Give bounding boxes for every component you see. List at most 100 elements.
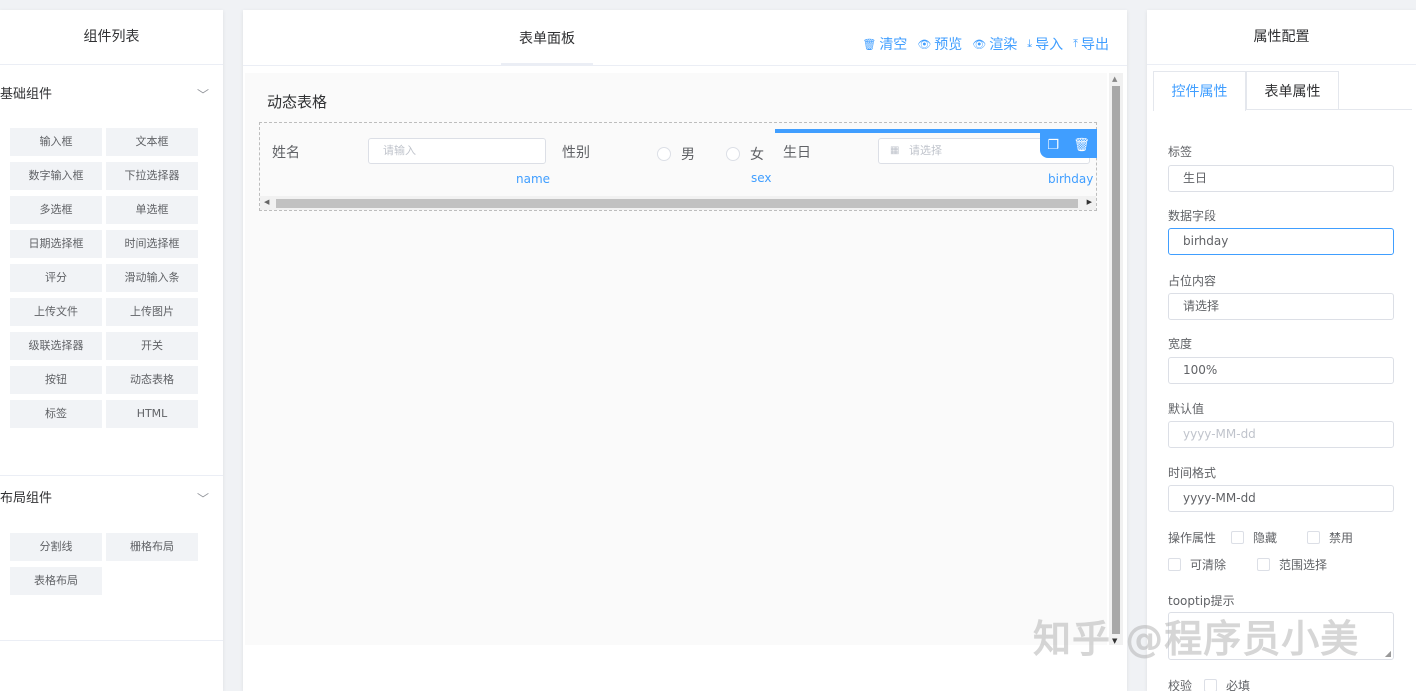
basic-components-grid: 输入框 文本框 数字输入框 下拉选择器 多选框 单选框 日期选择框 时间选择框 评分 滑动输入条上… [10, 128, 200, 428]
radio-circle[interactable] [726, 147, 740, 161]
eye-icon: 👁 [972, 37, 987, 51]
hidden-checkbox-label: 隐藏 [1253, 531, 1278, 545]
hidden-checkbox[interactable]: 隐藏 [1231, 529, 1277, 546]
checkbox-box[interactable] [1257, 558, 1270, 571]
component-item[interactable]: 滑动输入条 [106, 264, 198, 292]
property-panel-title: 属性配置 [1147, 10, 1416, 65]
calendar-icon: ▦ [890, 145, 900, 156]
chevron-down-icon: ﹀ [196, 88, 209, 102]
default-value-label: 默认值 [1168, 402, 1205, 416]
required-checkbox-label: 必填 [1226, 679, 1251, 691]
name-input[interactable]: 请输入 [368, 138, 546, 164]
placeholder-label: 占位内容 [1168, 274, 1217, 288]
field-name-name: name [516, 172, 551, 186]
component-item[interactable]: 多选框 [10, 196, 102, 224]
required-checkbox[interactable]: 必填 [1204, 677, 1250, 691]
placeholder-input[interactable]: 请选择 [1168, 293, 1394, 320]
checkbox-box[interactable] [1204, 679, 1217, 691]
component-item[interactable]: 分割线 [10, 533, 102, 561]
vertical-scrollbar[interactable]: ▲ ▼ [1109, 73, 1123, 645]
radio-male-label: 男 [681, 147, 695, 163]
watermark: 知乎 @程序员小美 [1033, 617, 1360, 661]
clearable-checkbox[interactable]: 可清除 [1168, 556, 1226, 573]
checkbox-box[interactable] [1307, 531, 1320, 544]
component-item[interactable]: 输入框 [10, 128, 102, 156]
horizontal-scrollbar[interactable]: ◀ ▶ [260, 196, 1096, 210]
scrollbar-thumb[interactable] [1112, 86, 1120, 634]
birthday-placeholder: 请选择 [909, 144, 942, 157]
component-item[interactable]: 数字输入框 [10, 162, 102, 190]
layout-components-label: 布局组件 [0, 491, 53, 506]
component-item[interactable]: 标签 [10, 400, 102, 428]
component-item[interactable]: 栅格布局 [106, 533, 198, 561]
component-item[interactable]: 日期选择框 [10, 230, 102, 258]
component-item[interactable]: HTML [106, 400, 198, 428]
render-button[interactable]: 👁 渲染 [972, 34, 1017, 54]
checkbox-box[interactable] [1231, 531, 1244, 544]
clearable-checkbox-label: 可清除 [1190, 558, 1227, 572]
component-item[interactable]: 按钮 [10, 366, 102, 394]
tooltip-label: tooptip提示 [1168, 594, 1235, 608]
component-item[interactable]: 上传图片 [106, 298, 198, 326]
data-field-input[interactable]: birhday [1168, 228, 1394, 255]
scroll-left-icon[interactable]: ◀ [264, 198, 269, 206]
radio-male[interactable]: 男 [657, 144, 695, 164]
form-panel-header-divider [243, 65, 1127, 66]
checkbox-box[interactable] [1168, 558, 1181, 571]
label-input[interactable]: 生日 [1168, 165, 1394, 192]
preview-button[interactable]: 👁 预览 [917, 34, 962, 54]
column-label-name: 姓名 [272, 145, 300, 161]
time-format-input[interactable]: yyyy-MM-dd [1168, 485, 1394, 512]
validate-label: 校验 [1168, 679, 1193, 691]
radio-circle[interactable] [657, 147, 671, 161]
action-label: 导出 [1081, 37, 1109, 53]
scroll-up-icon[interactable]: ▲ [1112, 75, 1117, 83]
chevron-down-icon: ﹀ [196, 492, 209, 506]
scrollbar-thumb[interactable] [276, 199, 1078, 208]
component-item[interactable]: 下拉选择器 [106, 162, 198, 190]
component-item[interactable]: 文本框 [106, 128, 198, 156]
download-icon: ⤓ [1027, 37, 1033, 50]
component-item[interactable]: 表格布局 [10, 567, 102, 595]
field-name-birthday: birhday [1048, 172, 1094, 186]
component-item[interactable]: 动态表格 [106, 366, 198, 394]
disabled-checkbox-label: 禁用 [1329, 531, 1354, 545]
default-value-input[interactable]: yyyy-MM-dd [1168, 421, 1394, 448]
range-checkbox-label: 范围选择 [1279, 558, 1328, 572]
component-item[interactable]: 上传文件 [10, 298, 102, 326]
form-panel-tab[interactable]: 表单面板 [501, 10, 593, 65]
export-button[interactable]: ⤒ 导出 [1073, 34, 1109, 54]
trash-icon[interactable]: 🗑 [1073, 138, 1090, 153]
clear-button[interactable]: 🗑 清空 [862, 34, 907, 54]
label-field-label: 标签 [1168, 145, 1193, 159]
eye-icon: 👁 [917, 37, 932, 51]
radio-female-label: 女 [750, 147, 764, 163]
basic-components-label: 基础组件 [0, 87, 53, 102]
component-item[interactable]: 单选框 [106, 196, 198, 224]
basic-components-header[interactable]: 基础组件 ﹀ [0, 75, 223, 115]
layout-components-header[interactable]: 布局组件 ﹀ [0, 479, 223, 519]
component-item[interactable]: 评分 [10, 264, 102, 292]
field-name-sex: sex [751, 171, 772, 185]
component-item[interactable]: 时间选择框 [106, 230, 198, 258]
action-label: 渲染 [989, 37, 1018, 53]
radio-female[interactable]: 女 [726, 144, 764, 164]
column-label-birthday: 生日 [783, 145, 811, 161]
action-label: 导入 [1035, 37, 1064, 53]
component-item[interactable]: 开关 [106, 332, 198, 360]
group-divider [0, 475, 223, 476]
range-checkbox[interactable]: 范围选择 [1257, 556, 1327, 573]
action-label: 预览 [934, 37, 963, 53]
tab-form-properties[interactable]: 表单属性 [1246, 71, 1339, 110]
scroll-right-icon[interactable]: ▶ [1087, 198, 1092, 206]
ops-label: 操作属性 [1168, 531, 1217, 545]
import-button[interactable]: ⤓ 导入 [1027, 34, 1063, 54]
resize-handle-icon[interactable]: ◢ [1385, 649, 1391, 658]
tab-control-properties[interactable]: 控件属性 [1153, 71, 1246, 111]
copy-icon[interactable]: ❐ [1047, 138, 1059, 153]
trash-icon: 🗑 [862, 37, 877, 51]
disabled-checkbox[interactable]: 禁用 [1307, 529, 1353, 546]
component-item[interactable]: 级联选择器 [10, 332, 102, 360]
column-tools: ❐ 🗑 [1040, 132, 1097, 158]
width-input[interactable]: 100% [1168, 357, 1394, 384]
